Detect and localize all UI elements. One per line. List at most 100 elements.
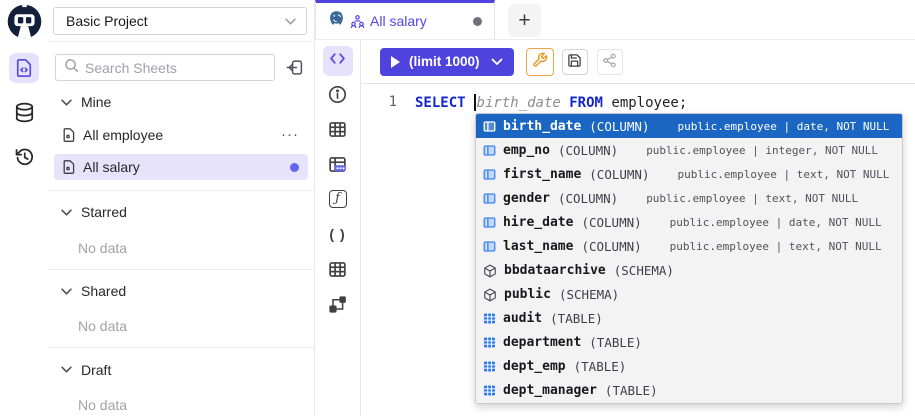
autocomplete-item[interactable]: last_name (COLUMN) public.employee | tex… xyxy=(476,234,902,258)
table-icon xyxy=(483,312,496,325)
code-view-button[interactable] xyxy=(323,46,353,76)
code-line-1: 1 SELECT birth_date FROM employee; xyxy=(361,92,915,112)
parentheses-icon[interactable]: ( ) xyxy=(329,224,345,244)
table-data-highlight-icon[interactable] xyxy=(328,154,347,174)
share-button[interactable] xyxy=(597,49,623,75)
column-icon xyxy=(483,120,496,133)
database-icon xyxy=(14,102,35,123)
sheet-item-label: All salary xyxy=(83,159,290,175)
search-sheets-input[interactable] xyxy=(85,60,266,76)
left-icon-rail xyxy=(0,0,48,416)
unsaved-dot-indicator xyxy=(290,163,299,172)
sheet-item-label: All employee xyxy=(83,127,281,143)
project-selector[interactable]: Basic Project xyxy=(53,7,307,35)
sheet-file-icon xyxy=(61,127,77,143)
table-icon xyxy=(483,336,496,349)
database-nav-button[interactable] xyxy=(9,97,39,127)
schema-icon xyxy=(483,264,497,278)
section-header-shared[interactable]: Shared xyxy=(48,281,314,302)
table-icon xyxy=(483,384,496,397)
bytebase-logo-icon[interactable] xyxy=(7,4,42,39)
save-floppy-icon xyxy=(567,53,582,71)
share-icon xyxy=(602,53,617,71)
autocomplete-item[interactable]: dept_manager (TABLE) xyxy=(476,379,902,403)
section-label: Draft xyxy=(81,362,111,378)
autocomplete-item[interactable]: emp_no (COLUMN) public.employee | intege… xyxy=(476,138,902,162)
info-icon[interactable] xyxy=(328,84,347,104)
format-wrench-button[interactable] xyxy=(526,48,554,76)
project-selector-value: Basic Project xyxy=(66,13,285,29)
sheets-sidebar: Basic Project xyxy=(48,0,315,416)
sheets-nav-button[interactable] xyxy=(9,53,39,83)
column-icon xyxy=(483,216,496,229)
chevron-down-icon xyxy=(61,99,72,106)
table-grid-icon[interactable] xyxy=(328,119,347,139)
run-button-label: (limit 1000) xyxy=(409,54,480,69)
autocomplete-item[interactable]: first_name (COLUMN) public.employee | te… xyxy=(476,162,902,186)
search-box[interactable] xyxy=(55,54,275,81)
sheet-item-all-salary[interactable]: All salary xyxy=(54,154,308,180)
sql-code-editor[interactable]: 1 SELECT birth_date FROM employee; birth… xyxy=(361,84,915,416)
item-menu-icon[interactable]: ··· xyxy=(281,130,299,140)
divider xyxy=(48,269,314,270)
section-label: Mine xyxy=(81,94,111,110)
code-brackets-icon xyxy=(329,51,346,71)
autocomplete-item[interactable]: birth_date (COLUMN) public.employee | da… xyxy=(476,114,902,138)
sheet-item-all-employee[interactable]: All employee ··· xyxy=(54,122,308,148)
editor-body: ƒ ( ) xyxy=(315,40,915,416)
wrench-icon xyxy=(532,52,548,71)
run-query-button[interactable]: (limit 1000) xyxy=(380,48,514,76)
autocomplete-item[interactable]: bbdataarchive (SCHEMA) xyxy=(476,258,902,282)
divider xyxy=(48,347,314,348)
function-icon[interactable]: ƒ xyxy=(329,189,347,209)
column-icon xyxy=(483,144,496,157)
schema-diagram-icon[interactable] xyxy=(328,294,347,314)
column-icon xyxy=(483,192,496,205)
sql-keyword: FROM xyxy=(569,95,603,111)
autocomplete-item[interactable]: audit (TABLE) xyxy=(476,307,902,331)
section-label: Starred xyxy=(81,204,127,220)
section-header-mine[interactable]: Mine xyxy=(48,92,314,113)
new-tab-button[interactable]: + xyxy=(508,4,541,37)
postgresql-icon xyxy=(328,10,345,32)
autocomplete-item[interactable]: gender (COLUMN) public.employee | text, … xyxy=(476,186,902,210)
autocomplete-item[interactable]: hire_date (COLUMN) public.employee | dat… xyxy=(476,210,902,234)
text-cursor xyxy=(474,94,476,111)
schema-icon xyxy=(483,288,497,302)
ghost-completion-text: birth_date xyxy=(477,95,561,111)
tab-bar: All salary + xyxy=(315,0,915,40)
sheet-file-icon xyxy=(61,159,77,175)
main-area: All salary + xyxy=(315,0,915,416)
autocomplete-item[interactable]: public (SCHEMA) xyxy=(476,283,902,307)
column-icon xyxy=(483,168,496,181)
autocomplete-item[interactable]: department (TABLE) xyxy=(476,331,902,355)
chevron-down-icon xyxy=(61,209,72,216)
shared-users-icon xyxy=(350,14,365,29)
tab-all-salary[interactable]: All salary xyxy=(315,0,495,39)
autocomplete-popup: birth_date (COLUMN) public.employee | da… xyxy=(475,113,903,404)
code-tail: employee; xyxy=(603,95,687,111)
sheet-file-icon xyxy=(14,58,34,78)
project-selector-row: Basic Project xyxy=(48,0,314,42)
code-text: SELECT birth_date FROM employee; xyxy=(415,94,687,111)
empty-placeholder: No data xyxy=(48,318,314,334)
editor-column: (limit 1000) xyxy=(361,40,915,416)
search-icon xyxy=(64,58,79,78)
chevron-down-icon xyxy=(61,288,72,295)
play-icon xyxy=(391,56,400,68)
save-button[interactable] xyxy=(562,49,588,75)
section-header-draft[interactable]: Draft xyxy=(48,359,314,380)
divider xyxy=(48,190,314,191)
empty-placeholder: No data xyxy=(48,397,314,413)
section-label: Shared xyxy=(81,283,126,299)
history-nav-button[interactable] xyxy=(9,141,39,171)
chevron-down-icon xyxy=(61,366,72,373)
collapse-sidebar-icon[interactable] xyxy=(283,56,306,80)
autocomplete-item[interactable]: dept_emp (TABLE) xyxy=(476,355,902,379)
history-clock-icon xyxy=(14,146,35,167)
section-header-starred[interactable]: Starred xyxy=(48,202,314,223)
table-grid-icon[interactable] xyxy=(328,259,347,279)
chevron-down-icon xyxy=(285,12,296,30)
tab-dirty-dot xyxy=(473,17,482,26)
sql-editor-app: Basic Project xyxy=(0,0,915,416)
